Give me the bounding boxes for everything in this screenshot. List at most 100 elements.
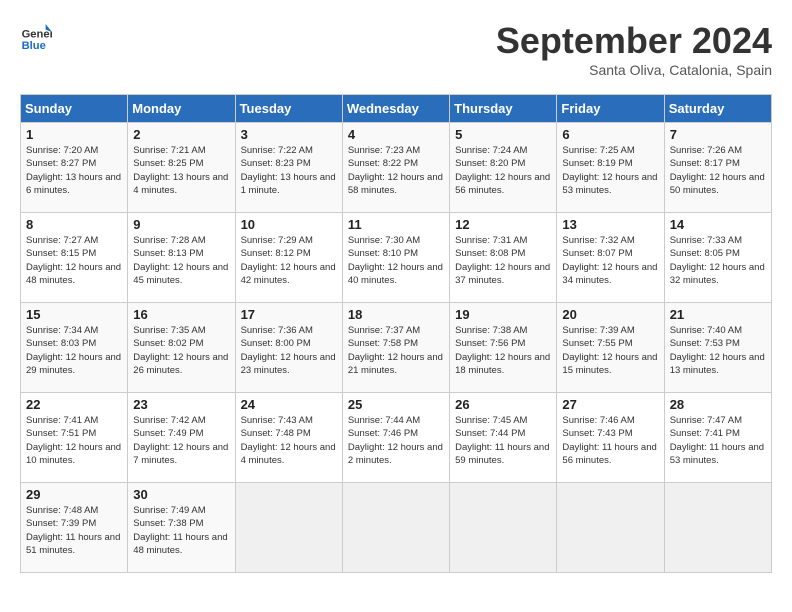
table-row: 28 Sunrise: 7:47 AMSunset: 7:41 PMDayligh… (664, 393, 771, 483)
day-info: Sunrise: 7:34 AMSunset: 8:03 PMDaylight:… (26, 324, 122, 377)
table-row: 9 Sunrise: 7:28 AMSunset: 8:13 PMDaylight… (128, 213, 235, 303)
table-row: 7 Sunrise: 7:26 AMSunset: 8:17 PMDaylight… (664, 123, 771, 213)
table-row: 21Sunrise: 7:40 AMSunset: 7:53 PMDayligh… (664, 303, 771, 393)
day-number: 22 (26, 397, 122, 412)
logo-icon: General Blue (20, 20, 52, 52)
day-info: Sunrise: 7:43 AMSunset: 7:48 PMDaylight:… (241, 414, 337, 467)
calendar-week-3: 15 Sunrise: 7:34 AMSunset: 8:03 PMDayligh… (21, 303, 772, 393)
day-number: 20 (562, 307, 658, 322)
title-block: September 2024 Santa Oliva, Catalonia, S… (496, 20, 772, 78)
day-info: Sunrise: 7:44 AMSunset: 7:46 PMDaylight:… (348, 414, 444, 467)
day-number: 8 (26, 217, 122, 232)
header-friday: Friday (557, 95, 664, 123)
calendar-week-2: 8Sunrise: 7:27 AMSunset: 8:15 PMDaylight… (21, 213, 772, 303)
day-number: 28 (670, 397, 766, 412)
page-header: General Blue September 2024 Santa Oliva,… (20, 20, 772, 78)
day-number: 5 (455, 127, 551, 142)
table-row: 12 Sunrise: 7:31 AMSunset: 8:08 PMDayligh… (450, 213, 557, 303)
table-row: 17 Sunrise: 7:36 AMSunset: 8:00 PMDayligh… (235, 303, 342, 393)
table-row: 10 Sunrise: 7:29 AMSunset: 8:12 PMDayligh… (235, 213, 342, 303)
day-number: 25 (348, 397, 444, 412)
day-info: Sunrise: 7:36 AMSunset: 8:00 PMDaylight:… (241, 324, 337, 377)
table-row: 14 Sunrise: 7:33 AMSunset: 8:05 PMDayligh… (664, 213, 771, 303)
table-row: 13 Sunrise: 7:32 AMSunset: 8:07 PMDayligh… (557, 213, 664, 303)
day-info: Sunrise: 7:26 AMSunset: 8:17 PMDaylight:… (670, 144, 766, 197)
day-info: Sunrise: 7:42 AMSunset: 7:49 PMDaylight:… (133, 414, 229, 467)
day-number: 9 (133, 217, 229, 232)
table-row (450, 483, 557, 573)
table-row: 23 Sunrise: 7:42 AMSunset: 7:49 PMDayligh… (128, 393, 235, 483)
table-row (664, 483, 771, 573)
table-row: 29Sunrise: 7:48 AMSunset: 7:39 PMDayligh… (21, 483, 128, 573)
day-info: Sunrise: 7:20 AMSunset: 8:27 PMDaylight:… (26, 144, 122, 197)
table-row (342, 483, 449, 573)
table-row: 26 Sunrise: 7:45 AMSunset: 7:44 PMDayligh… (450, 393, 557, 483)
day-number: 3 (241, 127, 337, 142)
day-number: 11 (348, 217, 444, 232)
day-info: Sunrise: 7:41 AMSunset: 7:51 PMDaylight:… (26, 414, 122, 467)
day-info: Sunrise: 7:46 AMSunset: 7:43 PMDaylight:… (562, 414, 658, 467)
header-tuesday: Tuesday (235, 95, 342, 123)
day-info: Sunrise: 7:29 AMSunset: 8:12 PMDaylight:… (241, 234, 337, 287)
day-info: Sunrise: 7:33 AMSunset: 8:05 PMDaylight:… (670, 234, 766, 287)
day-info: Sunrise: 7:25 AMSunset: 8:19 PMDaylight:… (562, 144, 658, 197)
calendar-week-4: 22 Sunrise: 7:41 AMSunset: 7:51 PMDayligh… (21, 393, 772, 483)
calendar-week-5: 29Sunrise: 7:48 AMSunset: 7:39 PMDayligh… (21, 483, 772, 573)
day-number: 10 (241, 217, 337, 232)
location-subtitle: Santa Oliva, Catalonia, Spain (496, 62, 772, 78)
day-info: Sunrise: 7:35 AMSunset: 8:02 PMDaylight:… (133, 324, 229, 377)
table-row: 18Sunrise: 7:37 AMSunset: 7:58 PMDayligh… (342, 303, 449, 393)
day-info: Sunrise: 7:22 AMSunset: 8:23 PMDaylight:… (241, 144, 337, 197)
table-row: 30 Sunrise: 7:49 AMSunset: 7:38 PMDayligh… (128, 483, 235, 573)
day-number: 26 (455, 397, 551, 412)
day-number: 12 (455, 217, 551, 232)
day-number: 13 (562, 217, 658, 232)
table-row: 20 Sunrise: 7:39 AMSunset: 7:55 PMDayligh… (557, 303, 664, 393)
day-number: 16 (133, 307, 229, 322)
calendar-week-1: 1 Sunrise: 7:20 AMSunset: 8:27 PMDaylight… (21, 123, 772, 213)
table-row: 19 Sunrise: 7:38 AMSunset: 7:56 PMDayligh… (450, 303, 557, 393)
table-row: 4Sunrise: 7:23 AMSunset: 8:22 PMDaylight… (342, 123, 449, 213)
table-row: 25 Sunrise: 7:44 AMSunset: 7:46 PMDayligh… (342, 393, 449, 483)
day-info: Sunrise: 7:32 AMSunset: 8:07 PMDaylight:… (562, 234, 658, 287)
table-row: 6 Sunrise: 7:25 AMSunset: 8:19 PMDaylight… (557, 123, 664, 213)
header-sunday: Sunday (21, 95, 128, 123)
month-title: September 2024 (496, 20, 772, 62)
day-number: 29 (26, 487, 122, 502)
logo: General Blue (20, 20, 52, 52)
day-number: 30 (133, 487, 229, 502)
weekday-header-row: Sunday Monday Tuesday Wednesday Thursday… (21, 95, 772, 123)
day-number: 6 (562, 127, 658, 142)
calendar-table: Sunday Monday Tuesday Wednesday Thursday… (20, 94, 772, 573)
day-number: 2 (133, 127, 229, 142)
day-number: 23 (133, 397, 229, 412)
day-number: 27 (562, 397, 658, 412)
table-row: 22 Sunrise: 7:41 AMSunset: 7:51 PMDayligh… (21, 393, 128, 483)
table-row: 27 Sunrise: 7:46 AMSunset: 7:43 PMDayligh… (557, 393, 664, 483)
table-row (235, 483, 342, 573)
day-info: Sunrise: 7:45 AMSunset: 7:44 PMDaylight:… (455, 414, 551, 467)
day-number: 15 (26, 307, 122, 322)
day-info: Sunrise: 7:31 AMSunset: 8:08 PMDaylight:… (455, 234, 551, 287)
day-number: 19 (455, 307, 551, 322)
table-row: 8Sunrise: 7:27 AMSunset: 8:15 PMDaylight… (21, 213, 128, 303)
day-number: 14 (670, 217, 766, 232)
table-row: 1 Sunrise: 7:20 AMSunset: 8:27 PMDaylight… (21, 123, 128, 213)
day-info: Sunrise: 7:28 AMSunset: 8:13 PMDaylight:… (133, 234, 229, 287)
table-row: 24Sunrise: 7:43 AMSunset: 7:48 PMDayligh… (235, 393, 342, 483)
svg-text:Blue: Blue (22, 40, 46, 52)
day-number: 7 (670, 127, 766, 142)
day-number: 17 (241, 307, 337, 322)
table-row: 5Sunrise: 7:24 AMSunset: 8:20 PMDaylight… (450, 123, 557, 213)
header-wednesday: Wednesday (342, 95, 449, 123)
day-info: Sunrise: 7:49 AMSunset: 7:38 PMDaylight:… (133, 504, 229, 557)
day-number: 1 (26, 127, 122, 142)
day-info: Sunrise: 7:39 AMSunset: 7:55 PMDaylight:… (562, 324, 658, 377)
day-info: Sunrise: 7:37 AMSunset: 7:58 PMDaylight:… (348, 324, 444, 377)
table-row (557, 483, 664, 573)
day-info: Sunrise: 7:47 AMSunset: 7:41 PMDaylight:… (670, 414, 766, 467)
day-info: Sunrise: 7:38 AMSunset: 7:56 PMDaylight:… (455, 324, 551, 377)
day-info: Sunrise: 7:30 AMSunset: 8:10 PMDaylight:… (348, 234, 444, 287)
table-row: 3 Sunrise: 7:22 AMSunset: 8:23 PMDaylight… (235, 123, 342, 213)
day-info: Sunrise: 7:40 AMSunset: 7:53 PMDaylight:… (670, 324, 766, 377)
